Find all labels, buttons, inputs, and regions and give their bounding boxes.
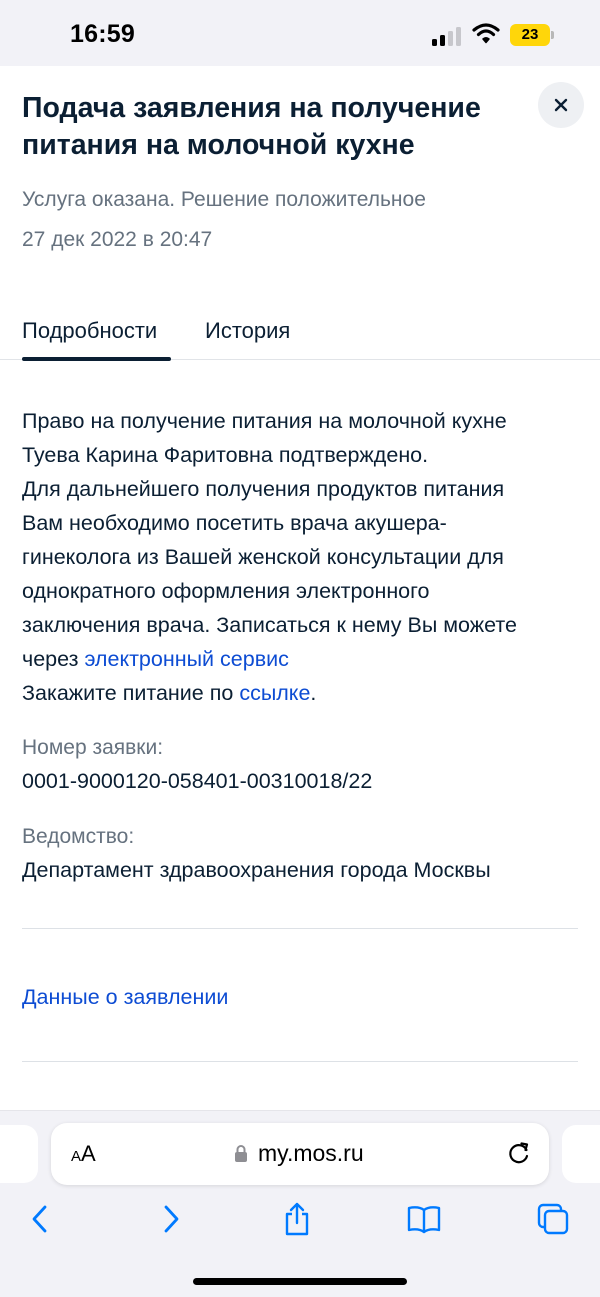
application-data-link[interactable]: Данные о заявлении: [22, 985, 228, 1010]
department-value: Департамент здравоохранения города Москв…: [22, 858, 491, 882]
next-tab-preview[interactable]: [562, 1125, 600, 1183]
details-line: гинеколога из Вашей женской консультации…: [22, 545, 504, 569]
tab-history[interactable]: История: [205, 318, 290, 344]
forward-button[interactable]: [151, 1199, 191, 1239]
tab-bar: Подробности История: [0, 300, 600, 361]
details-line: Для дальнейшего получения продуктов пита…: [22, 477, 505, 501]
text-size-button[interactable]: AA: [71, 1141, 96, 1167]
details-text: Право на получение питания на молочной к…: [22, 404, 582, 710]
battery-level: 23: [510, 24, 550, 46]
tab-details[interactable]: Подробности: [22, 318, 157, 344]
service-status: Услуга оказана. Решение положительное: [22, 188, 426, 211]
active-tab-indicator: [22, 357, 171, 361]
bookmarks-button[interactable]: [404, 1199, 444, 1239]
tabs-button[interactable]: [533, 1199, 573, 1239]
details-line: Вам необходимо посетить врача акушера-: [22, 511, 447, 535]
details-line: Право на получение питания на молочной к…: [22, 409, 507, 433]
wifi-icon: [472, 23, 500, 44]
details-line: Туева Карина Фаритовна подтверждено.: [22, 443, 429, 467]
lock-icon: [235, 1145, 247, 1162]
details-text-fragment: через: [22, 647, 85, 671]
service-date: 27 дек 2022 в 20:47: [22, 228, 213, 251]
share-icon: [285, 1202, 309, 1236]
application-number-label: Номер заявки:: [22, 736, 164, 759]
cellular-signal-icon: [432, 26, 464, 46]
status-time: 16:59: [70, 20, 135, 48]
url-text: my.mos.ru: [258, 1140, 364, 1166]
address-bar[interactable]: AA my.mos.ru: [51, 1123, 549, 1185]
battery-icon: 23: [510, 24, 554, 46]
close-button[interactable]: [538, 82, 584, 128]
reload-icon[interactable]: [506, 1140, 532, 1166]
details-line: Закажите питание по ссылке.: [22, 676, 582, 710]
share-button[interactable]: [277, 1199, 317, 1239]
details-line: через электронный сервис: [22, 642, 582, 676]
back-button[interactable]: [20, 1199, 60, 1239]
application-number-value: 0001-9000120-058401-00310018/22: [22, 769, 373, 793]
divider: [22, 1061, 578, 1062]
electronic-service-link[interactable]: электронный сервис: [84, 647, 288, 671]
page-title: Подача заявления на получение питания на…: [22, 92, 481, 161]
chevron-right-icon: [164, 1205, 179, 1233]
details-text-fragment: .: [310, 681, 317, 705]
book-icon: [407, 1206, 441, 1234]
close-icon: [554, 98, 568, 112]
tabs-icon: [537, 1203, 569, 1235]
previous-tab-preview[interactable]: [0, 1125, 38, 1183]
order-food-link[interactable]: ссылке: [239, 681, 310, 705]
home-indicator: [193, 1278, 407, 1285]
status-bar: 16:59 23: [0, 0, 600, 66]
details-line: заключения врача. Записаться к нему Вы м…: [22, 613, 517, 637]
details-text-fragment: Закажите питание по: [22, 681, 240, 705]
divider: [22, 928, 578, 929]
details-line: однократного оформления электронного: [22, 579, 430, 603]
department-label: Ведомство:: [22, 825, 135, 848]
browser-toolbar: AA my.mos.ru: [0, 1110, 600, 1297]
chevron-left-icon: [32, 1205, 47, 1233]
